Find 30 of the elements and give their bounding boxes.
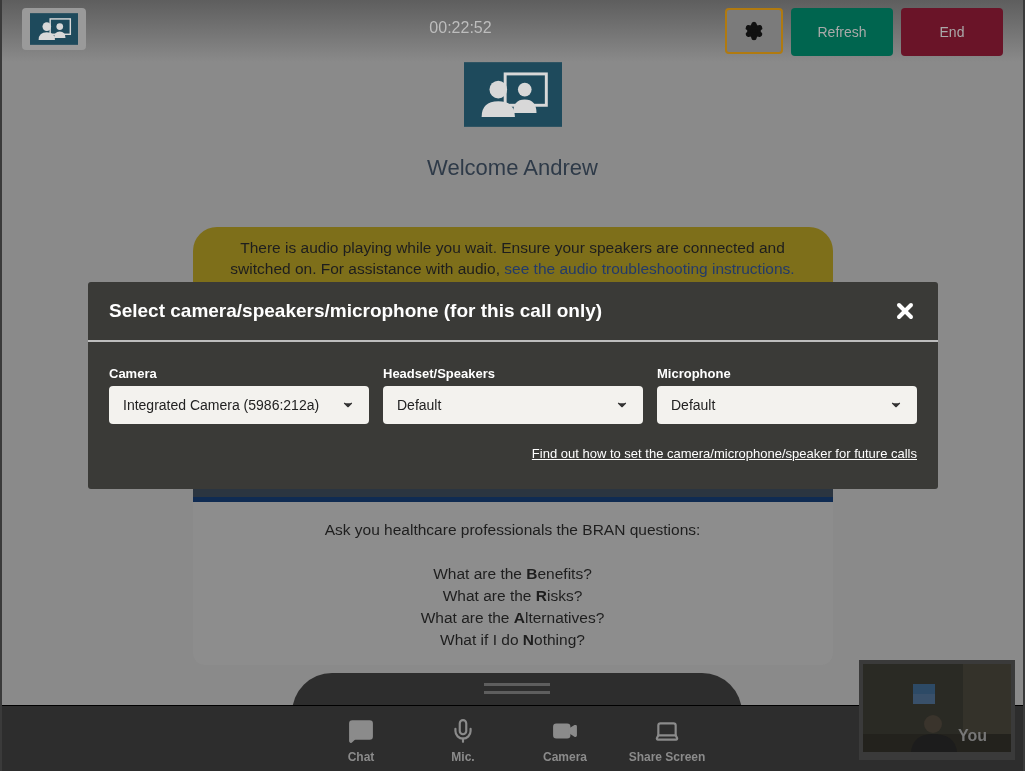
toolbar-button[interactable]: Camera — [514, 711, 616, 766]
notice-text: There is audio playing while you wait. Ensure your speakers are connected and switched on. For assistance with audio, see the audio troubleshooting instructions. — [229, 238, 796, 279]
video-call-logo-icon — [463, 62, 562, 127]
bran-question: What are the Risks? — [442, 586, 583, 607]
drawer-handle-icon[interactable] — [484, 683, 550, 695]
welcome-heading: Welcome Andrew — [427, 154, 598, 182]
settings-button[interactable] — [725, 8, 783, 54]
dialog-title: Select camera/speakers/microphone (for this call only) — [109, 298, 603, 323]
chat-icon — [348, 717, 374, 744]
settings-icon — [744, 21, 764, 41]
toolbar-button[interactable]: Mic. — [412, 711, 514, 766]
device-select[interactable]: Default — [657, 386, 917, 424]
toolbar-button[interactable]: Chat — [310, 711, 412, 766]
troubleshooting-link[interactable]: see the audio troubleshooting instructions. — [504, 260, 795, 277]
device-select[interactable]: Integrated Camera (5986:212a) — [109, 386, 369, 424]
bran-question: What are the Alternatives? — [420, 608, 605, 629]
end-call-button[interactable]: End — [901, 8, 1003, 56]
bran-question: What if I do Nothing? — [440, 630, 585, 651]
refresh-button[interactable]: Refresh — [791, 8, 893, 56]
bran-question: What are the Benefits? — [433, 564, 592, 585]
device-select[interactable]: Default — [383, 386, 643, 424]
toolbar-button[interactable]: Share Screen — [616, 711, 718, 766]
field-label: Headset/Speakers — [383, 365, 496, 383]
call-timer: 00:22:52 — [429, 18, 492, 38]
video-call-logo-icon — [30, 13, 78, 45]
bran-intro: Ask you healthcare professionals the BRAN questions: — [324, 520, 701, 540]
field-label: Microphone — [657, 365, 732, 383]
field-label: Camera — [109, 365, 158, 383]
self-view-label: You — [957, 726, 987, 746]
help-link[interactable]: Find out how to set the camera/microphone/speaker for future calls — [531, 444, 917, 464]
